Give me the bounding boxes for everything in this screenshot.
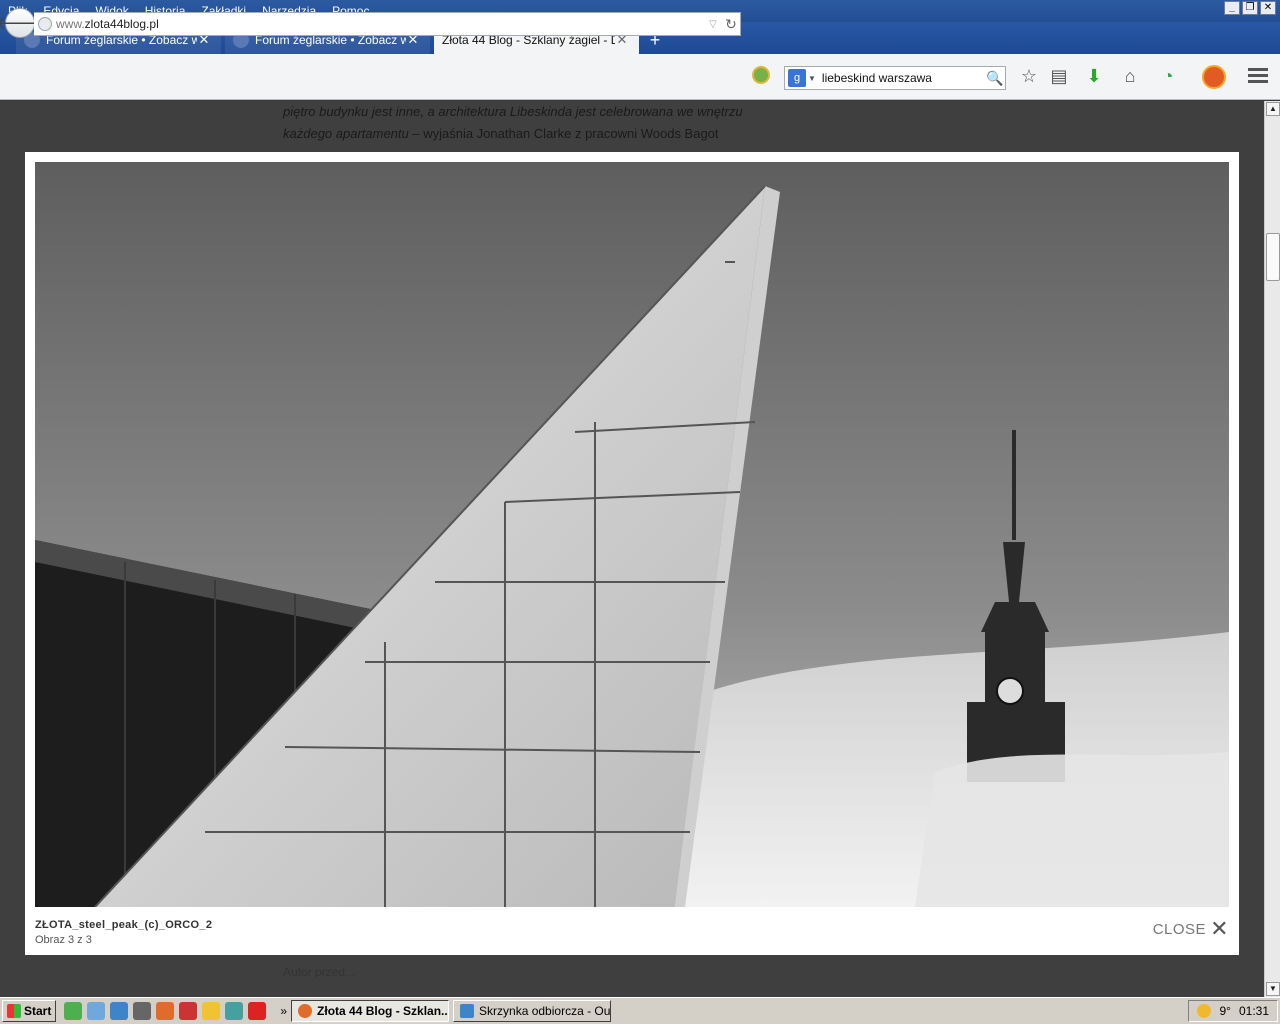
url-dropdown-icon[interactable]: ▽ [704,19,722,30]
scroll-down-icon[interactable]: ▼ [1266,982,1280,996]
task-label: Złota 44 Blog - Szklan... [317,1004,450,1018]
quicklaunch-tool-icon[interactable] [225,1002,244,1020]
scroll-thumb[interactable] [1266,233,1280,281]
start-label: Start [24,1004,52,1018]
minimize-icon[interactable]: _ [1224,1,1240,15]
back-button[interactable]: 🡐 [0,8,44,38]
quicklaunch-mail-icon[interactable] [110,1002,129,1020]
start-button[interactable]: Start [2,1000,57,1022]
home-icon[interactable]: ⌂ [1118,64,1142,88]
quicklaunch-chat-icon[interactable] [133,1002,152,1020]
taskbar-overflow-icon[interactable]: » [280,1004,287,1018]
clock-icon [996,677,1024,705]
lightbox-title: ZŁOTA_steel_peak_(c)_ORCO_2 [35,919,213,931]
globe-icon [38,17,52,31]
close-window-icon[interactable]: ✕ [1260,1,1276,15]
lightbox-photo [35,162,1229,907]
search-engine-dropdown-icon[interactable]: ▼ [808,74,816,83]
task-firefox[interactable]: Złota 44 Blog - Szklan... [291,1000,450,1022]
quicklaunch-desktop-icon[interactable] [87,1002,106,1020]
outlook-icon [460,1004,475,1018]
quick-launch [64,1002,267,1020]
quicklaunch-misc-icon[interactable] [248,1002,267,1020]
article-paragraph: piętro budynku jest inne, a architektura… [283,101,763,145]
bookmarks-list-icon[interactable]: ▤ [1047,64,1071,88]
tray-clock: 01:31 [1238,1004,1269,1018]
quicklaunch-firefox-icon[interactable] [156,1002,175,1020]
lightbox-close-button[interactable]: CLOSE ✕ [1152,916,1229,941]
hamburger-menu-icon[interactable] [1248,68,1268,84]
quicklaunch-opera-icon[interactable] [179,1002,198,1020]
system-tray: 9° 01:31 [1188,1000,1278,1022]
duckduckgo-icon[interactable] [1202,65,1226,89]
building-photo [35,162,1229,907]
close-icon: ✕ [1210,916,1229,941]
search-icon[interactable]: 🔍 [985,70,1005,87]
scroll-up-icon[interactable]: ▲ [1266,102,1280,116]
addon-icon[interactable] [752,66,770,84]
close-label: CLOSE [1152,920,1207,938]
tray-temperature: 9° [1219,1004,1231,1018]
vertical-scrollbar[interactable]: ▲ ▼ [1264,101,1280,997]
search-input[interactable]: liebeskind warszawa [822,71,985,85]
article-plain: – wyjaśnia Jonathan Clarke z pracowni Wo… [408,126,719,141]
bookmark-star-icon[interactable]: ☆ [1017,64,1041,88]
weather-icon[interactable] [1197,1004,1212,1018]
search-bar[interactable]: g ▼ liebeskind warszawa 🔍 [784,66,1006,90]
lightbox-counter: Obraz 3 z 3 [35,934,92,946]
quicklaunch-folder-icon[interactable] [202,1002,221,1020]
task-outlook[interactable]: Skrzynka odbiorcza - Out... [453,1000,612,1022]
reload-icon[interactable]: ↻ [722,16,740,33]
url-host: zlota44blog.pl [84,17,159,31]
taskbar: Start » Złota 44 Blog - Szklan... Skrzyn… [0,997,1280,1024]
restore-icon[interactable]: ❐ [1242,1,1258,15]
url-bar[interactable]: www.zlota44blog.pl ▽ ↻ [34,12,741,36]
article-caption: Autor przed... [283,965,356,979]
download-icon[interactable]: ⬇ [1082,64,1106,88]
task-label: Skrzynka odbiorcza - Out... [479,1004,612,1018]
article-line: piętro budynku jest inne, a architektura… [283,104,743,119]
url-text: www.zlota44blog.pl [56,17,704,31]
windows-logo-icon [7,1004,21,1018]
sync-icon[interactable]: ◔ [1156,64,1180,88]
lightbox: ZŁOTA_steel_peak_(c)_ORCO_2 Obraz 3 z 3 … [25,152,1239,955]
firefox-icon [298,1004,313,1018]
article-line: każdego apartamentu – wyjaśnia Jonathan … [283,123,763,145]
url-prefix: www. [56,17,85,31]
article-italic: każdego apartamentu [283,126,409,141]
window-controls: _ ❐ ✕ [1224,1,1276,15]
google-icon[interactable]: g [788,69,806,87]
quicklaunch-app-icon[interactable] [64,1002,83,1020]
